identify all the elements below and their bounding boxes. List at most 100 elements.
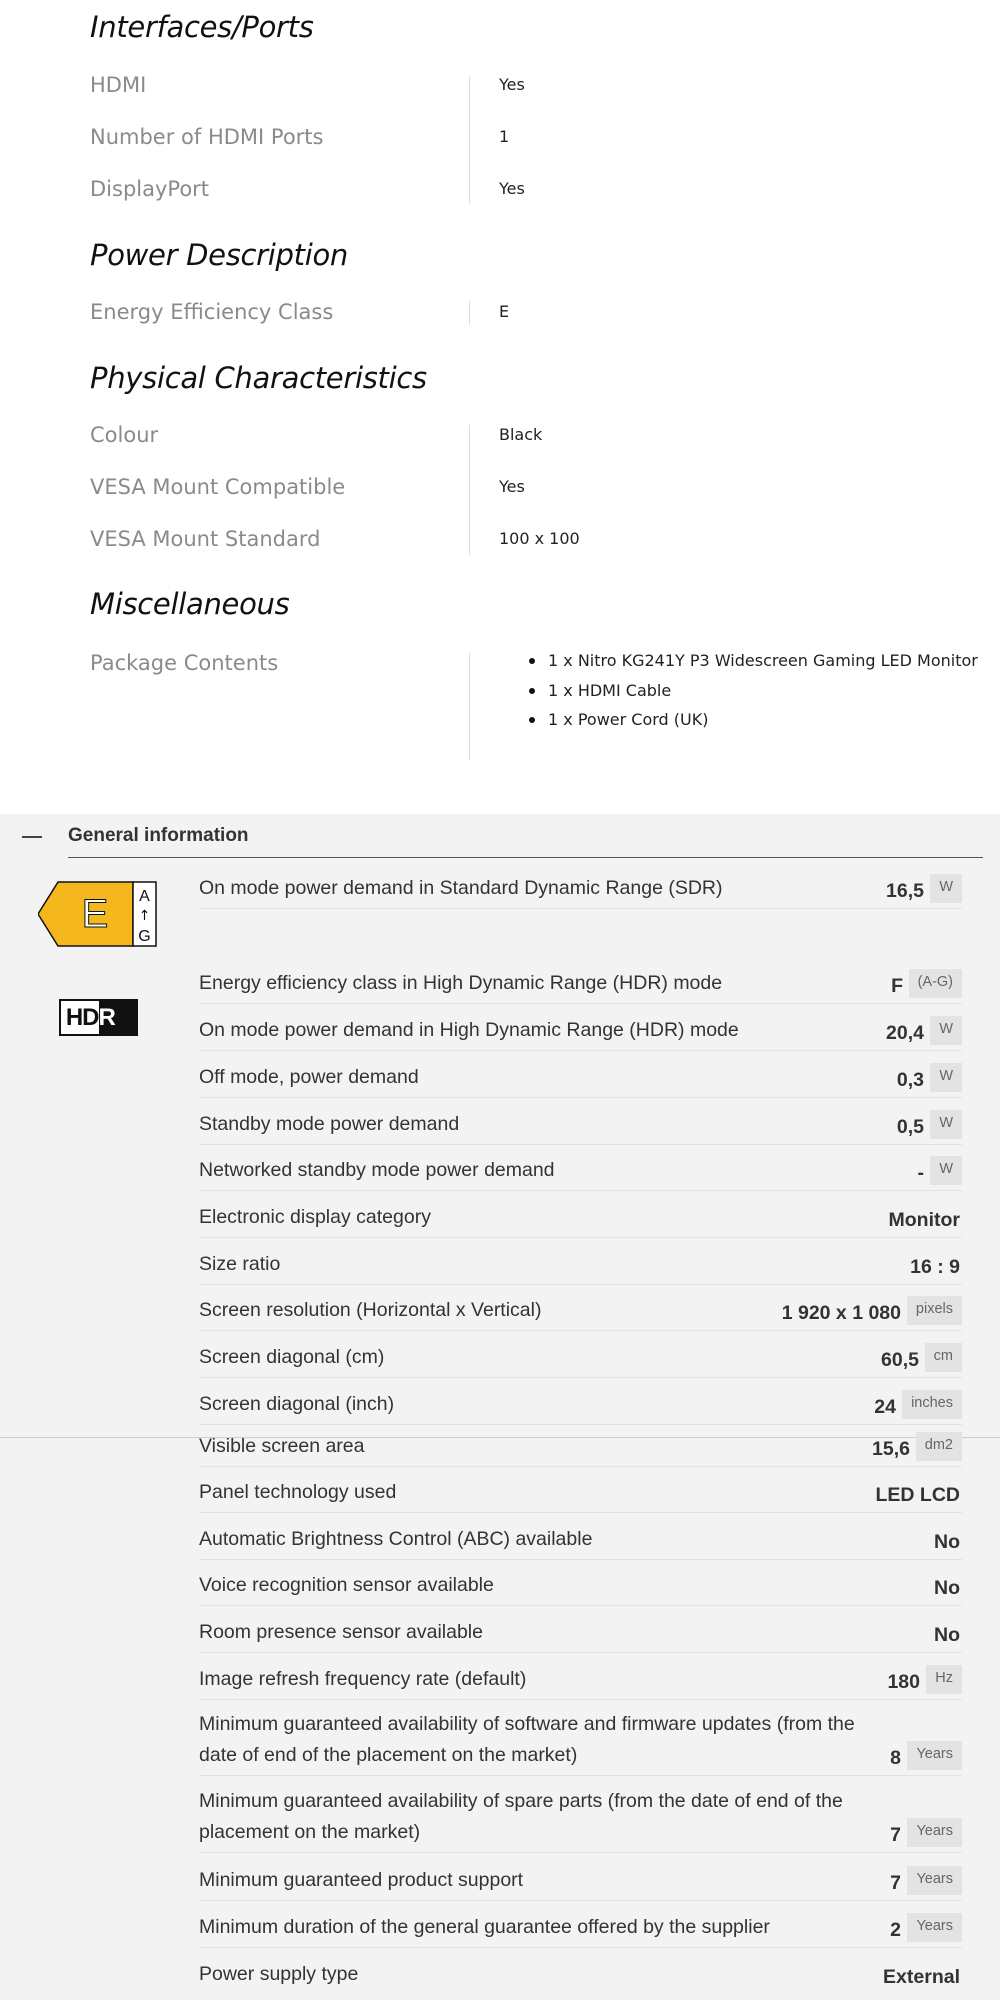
energy-class-letter: E: [82, 892, 109, 936]
row-label-screen-diagonal-inch: Screen diagonal (inch): [199, 1393, 395, 1415]
row-unit-badge: W: [930, 1016, 962, 1045]
table-row: Minimum guaranteed availability of spare…: [199, 1781, 962, 1853]
row-label-on-mode-power-demand-in-standard-dynamic-range-s: On mode power demand in Standard Dynamic…: [199, 877, 723, 899]
table-row: On mode power demand in High Dynamic Ran…: [199, 1010, 962, 1051]
row-value: No: [934, 1624, 960, 1646]
table-row: Automatic Brightness Control (ABC) avail…: [199, 1519, 962, 1560]
row-unit-badge: cm: [924, 1343, 962, 1372]
divider: [68, 857, 983, 858]
row-label-minimum-guaranteed-availability-of-software-and-: Minimum guaranteed availability of softw…: [199, 1713, 855, 1766]
row-value: 16 : 9: [910, 1256, 960, 1278]
row-value: -: [917, 1162, 925, 1184]
row-value: Monitor: [888, 1209, 960, 1231]
row-value: 1 920 x 1 080: [781, 1302, 901, 1324]
table-row: Screen diagonal (cm) 60,5 cm: [199, 1337, 962, 1378]
list-item: 1 x HDMI Cable: [499, 680, 978, 710]
row-label-screen-diagonal-cm: Screen diagonal (cm): [199, 1346, 385, 1368]
row-unit-badge: W: [930, 1110, 962, 1139]
row-value: 0,3: [896, 1069, 924, 1091]
row-label-electronic-display-category: Electronic display category: [199, 1206, 431, 1228]
spec-value-colour: Black: [499, 425, 543, 444]
table-row: Visible screen area 15,6 dm2: [199, 1426, 962, 1467]
row-label-voice-recognition-sensor-available: Voice recognition sensor available: [199, 1574, 494, 1596]
row-value: 0,5: [896, 1116, 924, 1138]
row-label-standby-mode-power-demand: Standby mode power demand: [199, 1113, 460, 1135]
section-title-physical: Physical Characteristics: [90, 361, 427, 395]
spec-value-hdmi: Yes: [499, 75, 525, 94]
spec-label-displayport: DisplayPort: [90, 177, 210, 201]
spec-label-vesa-compatible: VESA Mount Compatible: [90, 475, 346, 499]
table-row: Energy efficiency class in High Dynamic …: [199, 963, 962, 1004]
row-value: F: [891, 975, 903, 997]
row-value: 180: [887, 1671, 920, 1693]
row-label-minimum-guaranteed-availability-of-spare-parts-f: Minimum guaranteed availability of spare…: [199, 1790, 843, 1843]
energy-scale-bottom: G: [138, 928, 150, 945]
row-unit-badge: W: [930, 874, 962, 903]
row-value: No: [934, 1577, 960, 1599]
section-title-interfaces: Interfaces/Ports: [90, 10, 314, 44]
general-information-title[interactable]: General information: [68, 825, 249, 847]
collapse-minus-icon[interactable]: [22, 826, 44, 848]
spec-label-package-contents: Package Contents: [90, 651, 279, 675]
row-value: 24: [874, 1396, 896, 1418]
table-row: Screen diagonal (inch) 24 inches: [199, 1384, 962, 1425]
row-unit-badge: Years: [907, 1866, 962, 1895]
spec-value-vesa-compatible: Yes: [499, 477, 525, 496]
row-label-power-supply-type: Power supply type: [199, 1963, 359, 1985]
row-label-size-ratio: Size ratio: [199, 1253, 281, 1275]
table-row: Room presence sensor available No: [199, 1612, 962, 1653]
section-title-power: Power Description: [90, 238, 348, 272]
row-label-off-mode-power-demand: Off mode, power demand: [199, 1066, 419, 1088]
row-value: External: [883, 1966, 960, 1988]
table-row: On mode power demand in Standard Dynamic…: [199, 859, 962, 909]
row-value: 16,5: [886, 880, 924, 902]
row-value: 7: [890, 1824, 901, 1846]
table-row: Electronic display category Monitor: [199, 1197, 962, 1238]
row-unit-badge: Years: [907, 1741, 962, 1770]
row-label-room-presence-sensor-available: Room presence sensor available: [199, 1621, 483, 1643]
table-row: Minimum guaranteed availability of softw…: [199, 1704, 962, 1776]
row-label-visible-screen-area: Visible screen area: [199, 1435, 365, 1457]
row-unit-badge: Years: [907, 1818, 962, 1847]
energy-class-label: E A ↑ G: [38, 881, 157, 947]
spec-label-vesa-standard: VESA Mount Standard: [90, 527, 321, 551]
column-divider: [469, 425, 470, 555]
table-row: Networked standby mode power demand - W: [199, 1150, 962, 1191]
row-unit-badge: dm2: [915, 1432, 962, 1461]
table-row: Minimum guaranteed product support 7 Years: [199, 1860, 962, 1901]
energy-scale-arrow-icon: ↑: [139, 908, 151, 924]
row-label-image-refresh-frequency-rate-default: Image refresh frequency rate (default): [199, 1668, 527, 1690]
table-row: Size ratio 16 : 9: [199, 1244, 962, 1285]
spec-label-energy-class: Energy Efficiency Class: [90, 300, 334, 324]
table-row: Minimum duration of the general guarante…: [199, 1907, 962, 1948]
spec-value-energy-class: E: [499, 302, 510, 321]
spec-label-colour: Colour: [90, 423, 159, 447]
row-unit-badge: W: [930, 1063, 962, 1092]
package-contents-list: 1 x Nitro KG241Y P3 Widescreen Gaming LE…: [499, 650, 978, 739]
spec-value-vesa-standard: 100 x 100: [499, 529, 580, 548]
product-specifications: Interfaces/Ports HDMI Yes Number of HDMI…: [0, 0, 1000, 814]
spec-label-hdmi: HDMI: [90, 73, 147, 97]
hdr-logo-right: R: [98, 1001, 136, 1034]
row-label-automatic-brightness-control-abc-available: Automatic Brightness Control (ABC) avail…: [199, 1528, 593, 1550]
row-value: 60,5: [881, 1349, 919, 1371]
column-divider: [469, 76, 470, 204]
row-label-panel-technology-used: Panel technology used: [199, 1481, 397, 1503]
row-unit-badge: inches: [902, 1390, 962, 1419]
row-label-networked-standby-mode-power-demand: Networked standby mode power demand: [199, 1159, 555, 1181]
row-label-energy-efficiency-class-in-high-dynamic-range-hd: Energy efficiency class in High Dynamic …: [199, 972, 723, 994]
row-label-minimum-guaranteed-product-support: Minimum guaranteed product support: [199, 1869, 524, 1891]
column-divider: [469, 653, 470, 760]
row-value: 2: [890, 1919, 901, 1941]
list-item: 1 x Power Cord (UK): [499, 709, 978, 739]
row-unit-badge: W: [930, 1156, 962, 1185]
row-unit-badge: Hz: [926, 1665, 962, 1694]
row-value: 20,4: [886, 1022, 924, 1044]
row-value: 7: [890, 1872, 901, 1894]
energy-scale-top: A: [139, 888, 150, 905]
row-unit-badge: Years: [907, 1913, 962, 1942]
spec-label-hdmi-ports: Number of HDMI Ports: [90, 125, 324, 149]
row-unit-badge: (A-G): [908, 969, 962, 998]
eprel-product-information: General information E A ↑ G HD R On mode…: [0, 814, 1000, 2000]
section-title-misc: Miscellaneous: [90, 587, 290, 621]
